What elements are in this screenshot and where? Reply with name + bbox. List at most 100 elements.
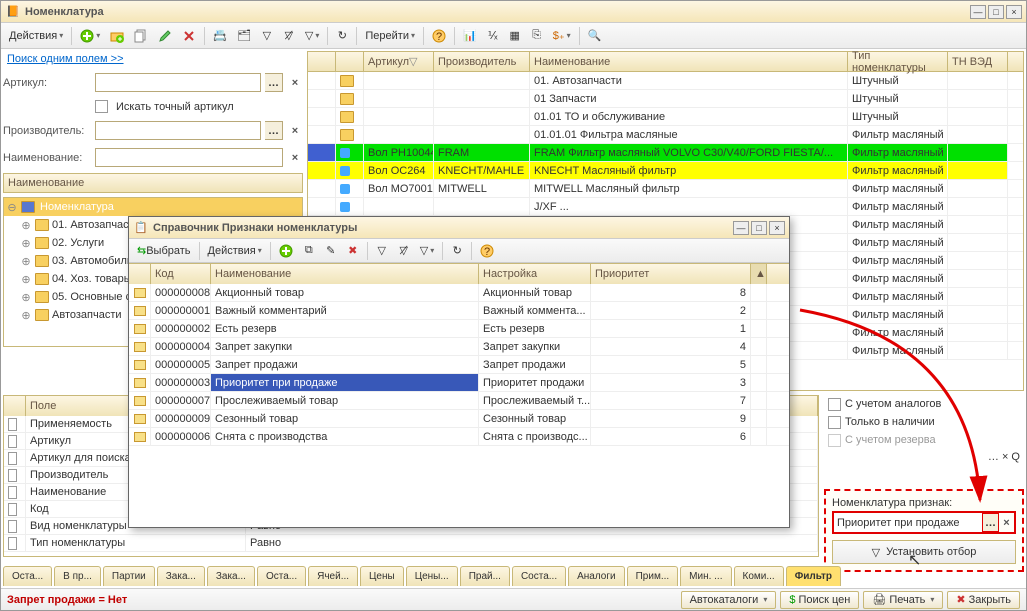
maximize-button[interactable]: □ bbox=[988, 5, 1004, 19]
article-dots[interactable]: … bbox=[265, 73, 283, 92]
dots-small[interactable]: … bbox=[988, 451, 999, 463]
delete-button[interactable] bbox=[178, 26, 200, 46]
modal-row[interactable]: 000000001Важный комментарийВажный коммен… bbox=[129, 302, 789, 320]
tab[interactable]: В пр... bbox=[54, 566, 101, 586]
help-icon[interactable]: ? bbox=[428, 26, 450, 46]
tab[interactable]: Зака... bbox=[207, 566, 255, 586]
grid-col[interactable] bbox=[336, 52, 364, 71]
article-input[interactable] bbox=[95, 73, 261, 92]
filter-value-clear[interactable]: × bbox=[999, 513, 1014, 532]
modal-add[interactable] bbox=[275, 241, 297, 261]
search-link[interactable]: Поиск одним полем >> bbox=[7, 53, 124, 65]
modal-del[interactable]: ✖ bbox=[343, 241, 363, 261]
filter-off-icon[interactable]: ▽̸ bbox=[279, 26, 299, 46]
modal-row[interactable]: 000000006Снята с производстваСнята с про… bbox=[129, 428, 789, 446]
tb-extra-2[interactable]: ⅟ₓ bbox=[483, 26, 503, 46]
modal-col[interactable]: Наименование bbox=[211, 264, 479, 284]
x-small[interactable]: × Q bbox=[1002, 451, 1020, 463]
grid-col[interactable]: ТН ВЭД bbox=[948, 52, 1008, 71]
modal-row[interactable]: 000000007Прослеживаемый товарПрослеживае… bbox=[129, 392, 789, 410]
manufacturer-input[interactable] bbox=[95, 121, 261, 140]
modal-filter1[interactable]: ▽ bbox=[372, 241, 392, 261]
poisk-button[interactable]: $Поиск цен bbox=[780, 591, 859, 609]
add-folder-button[interactable] bbox=[106, 26, 128, 46]
tb-icon-2[interactable]: 🗂 bbox=[233, 26, 255, 46]
filter-menu-icon[interactable]: ▽ bbox=[301, 26, 323, 46]
modal-col[interactable] bbox=[129, 264, 151, 284]
modal-row[interactable]: 000000008Акционный товарАкционный товар8 bbox=[129, 284, 789, 302]
select-button[interactable]: ⇆ Выбрать bbox=[133, 241, 195, 261]
modal-grid[interactable]: КодНаименованиеНастройкаПриоритет▲ 00000… bbox=[129, 263, 789, 527]
name-clear[interactable]: × bbox=[287, 148, 303, 167]
modal-row[interactable]: 000000003Приоритет при продажеПриоритет … bbox=[129, 374, 789, 392]
grid-row[interactable]: 01. АвтозапчастиШтучный bbox=[308, 72, 1023, 90]
exact-article-checkbox[interactable] bbox=[95, 100, 108, 113]
minimize-button[interactable]: — bbox=[970, 5, 986, 19]
analogs-checkbox[interactable] bbox=[828, 398, 841, 411]
tb-extra-5[interactable]: $₊ bbox=[549, 26, 575, 46]
filter-row[interactable]: Тип номенклатурыРавно bbox=[4, 535, 818, 552]
tab[interactable]: Соста... bbox=[512, 566, 566, 586]
tab[interactable]: Оста... bbox=[257, 566, 306, 586]
tb-extra-1[interactable]: 📊 bbox=[459, 26, 481, 46]
grid-row[interactable]: Вол OC264KNECHT/MAHLEKNECHT Масляный фил… bbox=[308, 162, 1023, 180]
modal-minimize[interactable]: — bbox=[733, 221, 749, 235]
tab[interactable]: Мин. ... bbox=[680, 566, 731, 586]
print-button[interactable]: 🖨Печать bbox=[863, 591, 943, 609]
tab[interactable]: Зака... bbox=[157, 566, 205, 586]
tb-icon-1[interactable]: 📇 bbox=[209, 26, 231, 46]
article-clear[interactable]: × bbox=[287, 73, 303, 92]
filter-icon[interactable]: ▽ bbox=[257, 26, 277, 46]
modal-col[interactable]: Приоритет bbox=[591, 264, 751, 284]
reserve-checkbox[interactable] bbox=[828, 434, 841, 447]
tab[interactable]: Оста... bbox=[3, 566, 52, 586]
grid-col[interactable] bbox=[308, 52, 336, 71]
grid-row[interactable]: Вол MO7001MITWELLMITWELL Масляный фильтр… bbox=[308, 180, 1023, 198]
grid-row[interactable]: 01 ЗапчастиШтучный bbox=[308, 90, 1023, 108]
tab[interactable]: Цены... bbox=[406, 566, 458, 586]
modal-close[interactable]: × bbox=[769, 221, 785, 235]
grid-col[interactable]: Тип номенклатуры bbox=[848, 52, 948, 71]
modal-row[interactable]: 000000005Запрет продажиЗапрет продажи5 bbox=[129, 356, 789, 374]
grid-row[interactable]: 01.01 ТО и обслуживаниеШтучный bbox=[308, 108, 1023, 126]
binoculars-icon[interactable]: 🔍 bbox=[584, 26, 606, 46]
filter-value-dots[interactable]: … bbox=[982, 513, 999, 532]
actions-menu[interactable]: Действия bbox=[5, 26, 67, 46]
grid-row[interactable]: 01.01.01 Фильтра масляныеФильтр масляный bbox=[308, 126, 1023, 144]
apply-filter-button[interactable]: ▽ Установить отбор bbox=[832, 540, 1016, 564]
close-button[interactable]: × bbox=[1006, 5, 1022, 19]
instock-checkbox[interactable] bbox=[828, 416, 841, 429]
close-form-button[interactable]: ✖Закрыть bbox=[947, 591, 1020, 609]
modal-row[interactable]: 000000009Сезонный товарСезонный товар9 bbox=[129, 410, 789, 428]
tab[interactable]: Цены bbox=[360, 566, 404, 586]
manufacturer-dots[interactable]: … bbox=[265, 121, 283, 140]
tab[interactable]: Аналоги bbox=[568, 566, 625, 586]
grid-row[interactable]: Вол PH10044FRAMFRAM Фильтр масляный VOLV… bbox=[308, 144, 1023, 162]
manufacturer-clear[interactable]: × bbox=[287, 121, 303, 140]
modal-refresh[interactable]: ↻ bbox=[447, 241, 467, 261]
goto-menu[interactable]: Перейти bbox=[361, 26, 419, 46]
tree-root[interactable]: ⊖Номенклатура bbox=[4, 198, 302, 216]
tab[interactable]: Коми... bbox=[734, 566, 784, 586]
modal-maximize[interactable]: □ bbox=[751, 221, 767, 235]
tab[interactable]: Ячей... bbox=[308, 566, 358, 586]
modal-row[interactable]: 000000004Запрет закупкиЗапрет закупки4 bbox=[129, 338, 789, 356]
add-button[interactable] bbox=[76, 26, 104, 46]
modal-col[interactable]: Код bbox=[151, 264, 211, 284]
modal-actions[interactable]: Действия bbox=[204, 241, 266, 261]
modal-filter2[interactable]: ▽̸ bbox=[394, 241, 414, 261]
modal-col[interactable]: Настройка bbox=[479, 264, 591, 284]
grid-col[interactable]: Артикул ▽ bbox=[364, 52, 434, 71]
modal-row[interactable]: 000000002Есть резервЕсть резерв1 bbox=[129, 320, 789, 338]
grid-col[interactable]: Производитель bbox=[434, 52, 530, 71]
filter-value-input[interactable] bbox=[834, 513, 982, 532]
tab[interactable]: Партии bbox=[103, 566, 155, 586]
autocat-button[interactable]: Автокаталоги bbox=[681, 591, 777, 609]
tb-extra-3[interactable]: ▦ bbox=[505, 26, 525, 46]
modal-edit[interactable]: ✎ bbox=[321, 241, 341, 261]
refresh-icon[interactable]: ↻ bbox=[332, 26, 352, 46]
modal-copy[interactable]: ⧉ bbox=[299, 241, 319, 261]
name-input[interactable] bbox=[95, 148, 283, 167]
tab[interactable]: Прим... bbox=[627, 566, 679, 586]
modal-help[interactable]: ? bbox=[476, 241, 498, 261]
